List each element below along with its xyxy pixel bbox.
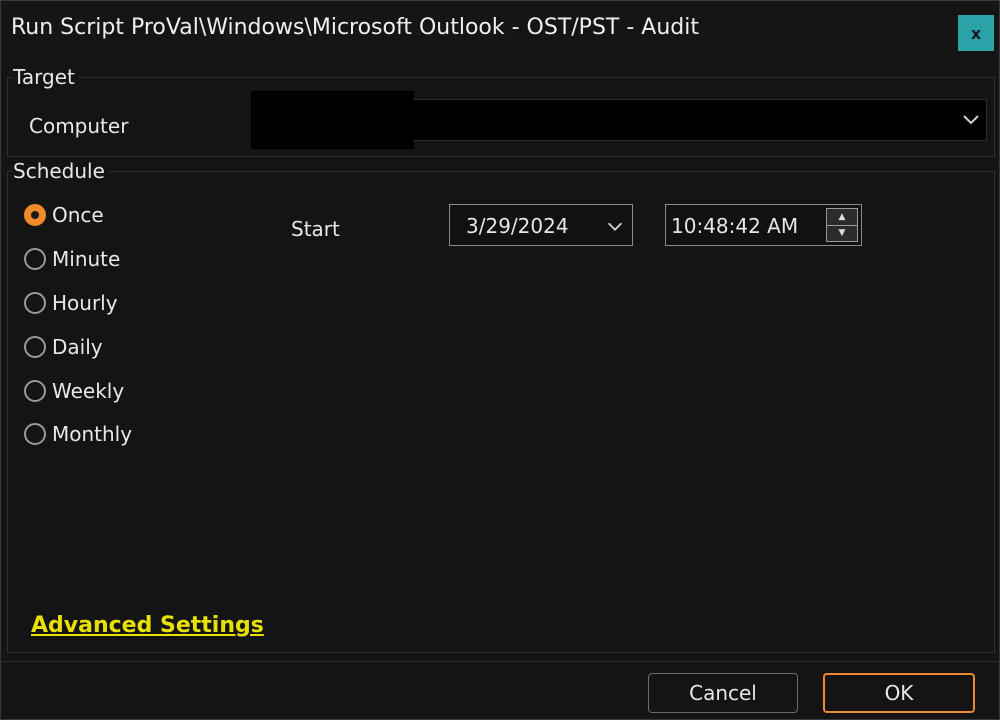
radio-hourly[interactable]: Hourly [24,288,118,318]
radio-label-hourly: Hourly [52,291,118,315]
radio-minute[interactable]: Minute [24,244,120,274]
radio-button[interactable] [24,248,46,270]
radio-label-weekly: Weekly [52,379,125,403]
radio-button[interactable] [24,380,46,402]
radio-button[interactable] [24,336,46,358]
ok-button[interactable]: OK [823,673,975,713]
schedule-group-label: Schedule [13,159,109,183]
spin-up-icon[interactable]: ▲ [827,209,857,226]
start-time-value: 10:48:42 AM [671,214,799,238]
window-title: Run Script ProVal\Windows\Microsoft Outl… [11,15,699,40]
radio-weekly[interactable]: Weekly [24,376,124,406]
computer-label: Computer [29,114,129,138]
radio-label-minute: Minute [52,247,121,271]
radio-button[interactable] [24,423,46,445]
radio-label-once: Once [52,203,104,227]
redacted-computer-value [251,91,414,149]
advanced-settings-link[interactable]: Advanced Settings [31,613,264,638]
radio-once[interactable]: Once [24,200,104,230]
start-date-value: 3/29/2024 [466,214,569,238]
target-group-label: Target [13,65,79,89]
title-bar: Run Script ProVal\Windows\Microsoft Outl… [1,1,999,59]
radio-daily[interactable]: Daily [24,332,103,362]
time-spinner[interactable]: ▲ ▼ [826,208,858,242]
radio-label-daily: Daily [52,335,103,359]
cancel-button[interactable]: Cancel [648,673,798,713]
run-script-dialog: Run Script ProVal\Windows\Microsoft Outl… [0,0,1000,720]
close-button[interactable]: x [958,15,994,51]
radio-label-monthly: Monthly [52,422,133,446]
start-label: Start [291,217,340,241]
radio-monthly[interactable]: Monthly [24,419,132,449]
spin-down-icon[interactable]: ▼ [827,225,857,241]
radio-button-checked[interactable] [24,204,46,226]
chevron-down-icon[interactable] [604,215,626,237]
start-time-picker[interactable]: 10:48:42 AM ▲ ▼ [665,204,862,246]
footer-divider [1,661,999,662]
radio-button[interactable] [24,292,46,314]
start-date-picker[interactable]: 3/29/2024 [449,204,633,246]
chevron-down-icon[interactable] [959,107,983,131]
